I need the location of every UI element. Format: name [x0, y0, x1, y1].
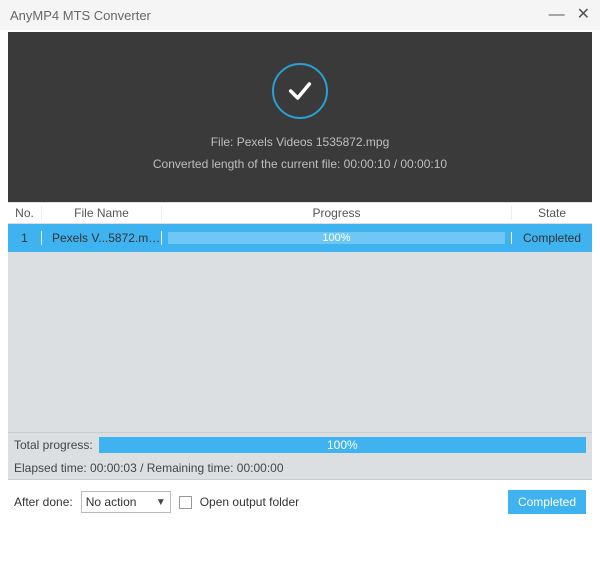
- row-progress-bar: 100%: [168, 232, 505, 244]
- titlebar: AnyMP4 MTS Converter — ✕: [0, 0, 600, 30]
- open-output-folder-checkbox[interactable]: [179, 496, 192, 509]
- row-filename: Pexels V...5872.mpg: [42, 231, 162, 245]
- footer: Total progress: 100% Elapsed time: 00:00…: [8, 432, 592, 524]
- header-progress: Progress: [162, 206, 512, 220]
- completed-button[interactable]: Completed: [508, 490, 586, 514]
- after-done-label: After done:: [14, 495, 73, 509]
- app-title: AnyMP4 MTS Converter: [10, 8, 151, 23]
- window-controls: — ✕: [549, 7, 590, 23]
- actions-row: After done: No action ▼ Open output fold…: [8, 480, 592, 524]
- total-progress-percent: 100%: [327, 438, 358, 452]
- after-done-value: No action: [86, 495, 137, 509]
- row-no: 1: [8, 231, 42, 245]
- row-progress-label: 100%: [322, 232, 350, 244]
- chevron-down-icon: ▼: [156, 497, 166, 508]
- total-progress-bar: 100%: [99, 437, 586, 453]
- file-table: No. File Name Progress State 1 Pexels V.…: [8, 202, 592, 432]
- header-filename: File Name: [42, 206, 162, 220]
- row-state: Completed: [512, 231, 592, 245]
- after-done-select[interactable]: No action ▼: [81, 491, 171, 513]
- time-row: Elapsed time: 00:00:03 / Remaining time:…: [8, 456, 592, 480]
- status-hero: File: Pexels Videos 1535872.mpg Converte…: [8, 32, 592, 202]
- converted-length-label: Converted length of the current file: 00…: [153, 157, 447, 171]
- total-progress-row: Total progress: 100%: [8, 432, 592, 456]
- header-no: No.: [8, 206, 42, 220]
- minimize-icon[interactable]: —: [549, 7, 565, 23]
- total-progress-label: Total progress:: [14, 438, 93, 452]
- checkmark-icon: [272, 63, 328, 119]
- row-progress: 100%: [162, 232, 512, 244]
- open-output-folder-label: Open output folder: [200, 495, 299, 509]
- header-state: State: [512, 206, 592, 220]
- table-row[interactable]: 1 Pexels V...5872.mpg 100% Completed: [8, 224, 592, 252]
- close-icon[interactable]: ✕: [577, 7, 590, 23]
- time-label: Elapsed time: 00:00:03 / Remaining time:…: [14, 461, 284, 475]
- current-file-label: File: Pexels Videos 1535872.mpg: [211, 135, 390, 149]
- table-body[interactable]: 1 Pexels V...5872.mpg 100% Completed: [8, 224, 592, 432]
- table-header: No. File Name Progress State: [8, 202, 592, 224]
